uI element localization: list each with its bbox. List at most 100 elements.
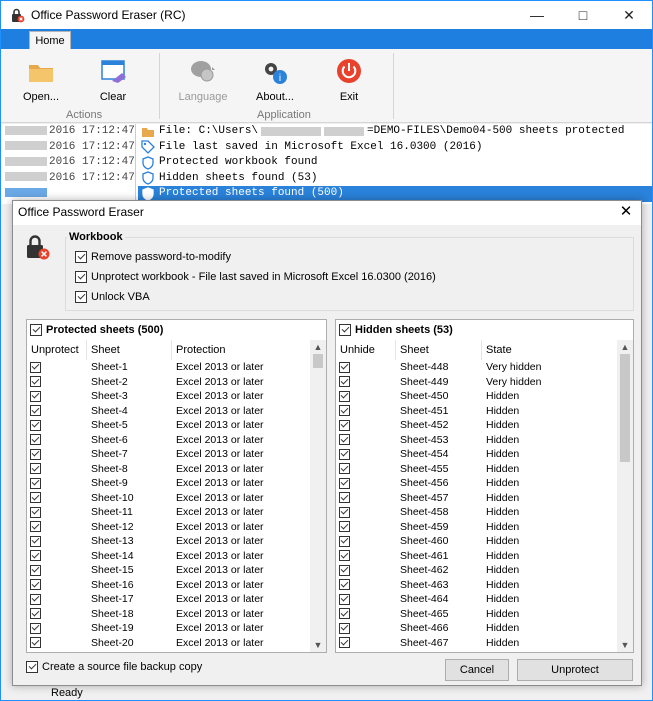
row-checkbox[interactable] (30, 405, 41, 417)
clear-button[interactable]: Clear (87, 57, 139, 105)
table-row[interactable]: Sheet-1 Excel 2013 or later (27, 360, 312, 375)
row-checkbox[interactable] (339, 608, 350, 620)
table-row[interactable]: Sheet-2 Excel 2013 or later (27, 375, 312, 390)
table-row[interactable]: Sheet-456 Hidden (336, 476, 619, 491)
row-checkbox[interactable] (339, 376, 350, 388)
table-row[interactable]: Sheet-466 Hidden (336, 621, 619, 636)
column-header[interactable]: Sheet (396, 340, 482, 360)
column-header[interactable]: State (482, 340, 619, 360)
table-row[interactable]: Sheet-459 Hidden (336, 520, 619, 535)
row-checkbox[interactable] (30, 521, 41, 533)
scroll-down-icon[interactable]: ▼ (617, 638, 633, 652)
tab-home[interactable]: Home (29, 31, 71, 49)
row-checkbox[interactable] (339, 637, 350, 649)
table-row[interactable]: Sheet-460 Hidden (336, 534, 619, 549)
minimize-button[interactable]: — (514, 1, 560, 29)
select-all-checkbox[interactable] (339, 324, 351, 336)
scroll-thumb[interactable] (620, 354, 630, 462)
row-checkbox[interactable] (339, 622, 350, 634)
row-checkbox[interactable] (339, 550, 350, 562)
table-row[interactable]: Sheet-451 Hidden (336, 404, 619, 419)
row-checkbox[interactable] (30, 376, 41, 388)
scroll-up-icon[interactable]: ▲ (310, 340, 326, 354)
table-row[interactable]: Sheet-462 Hidden (336, 563, 619, 578)
log-row[interactable]: Hidden sheets found (53) (138, 171, 652, 187)
checkbox[interactable] (75, 291, 87, 303)
column-header[interactable]: Protection (172, 340, 312, 360)
table-row[interactable]: Sheet-465 Hidden (336, 607, 619, 622)
row-checkbox[interactable] (339, 405, 350, 417)
checkbox[interactable] (75, 251, 87, 263)
table-row[interactable]: Sheet-5 Excel 2013 or later (27, 418, 312, 433)
remove-password-option[interactable]: Remove password-to-modify (75, 251, 231, 263)
table-row[interactable]: Sheet-449 Very hidden (336, 375, 619, 390)
row-checkbox[interactable] (339, 390, 350, 402)
row-checkbox[interactable] (30, 361, 41, 373)
exit-button[interactable]: Exit (323, 57, 375, 105)
table-row[interactable]: Sheet-10 Excel 2013 or later (27, 491, 312, 506)
hidden-scrollbar[interactable]: ▲ ▼ (617, 340, 633, 652)
row-checkbox[interactable] (30, 434, 41, 446)
row-checkbox[interactable] (30, 608, 41, 620)
table-row[interactable]: Sheet-14 Excel 2013 or later (27, 549, 312, 564)
log-row[interactable]: File last saved in Microsoft Excel 16.03… (138, 140, 652, 156)
row-checkbox[interactable] (30, 477, 41, 489)
table-row[interactable]: Sheet-448 Very hidden (336, 360, 619, 375)
table-row[interactable]: Sheet-15 Excel 2013 or later (27, 563, 312, 578)
backup-option[interactable]: Create a source file backup copy (26, 661, 202, 673)
row-checkbox[interactable] (339, 463, 350, 475)
table-row[interactable]: Sheet-8 Excel 2013 or later (27, 462, 312, 477)
row-checkbox[interactable] (339, 434, 350, 446)
table-row[interactable]: Sheet-6 Excel 2013 or later (27, 433, 312, 448)
row-checkbox[interactable] (339, 579, 350, 591)
row-checkbox[interactable] (30, 506, 41, 518)
row-checkbox[interactable] (339, 535, 350, 547)
maximize-button[interactable]: □ (560, 1, 606, 29)
row-checkbox[interactable] (30, 463, 41, 475)
unprotect-workbook-option[interactable]: Unprotect workbook - File last saved in … (75, 271, 436, 283)
table-row[interactable]: Sheet-467 Hidden (336, 636, 619, 651)
row-checkbox[interactable] (339, 477, 350, 489)
unlock-vba-option[interactable]: Unlock VBA (75, 291, 150, 303)
table-row[interactable]: Sheet-16 Excel 2013 or later (27, 578, 312, 593)
checkbox[interactable] (26, 661, 38, 673)
row-checkbox[interactable] (339, 506, 350, 518)
log-row[interactable]: Protected workbook found (138, 155, 652, 171)
row-checkbox[interactable] (339, 419, 350, 431)
hidden-sheets-header[interactable]: Hidden sheets (53) (336, 320, 633, 340)
row-checkbox[interactable] (30, 492, 41, 504)
table-row[interactable]: Sheet-20 Excel 2013 or later (27, 636, 312, 651)
row-checkbox[interactable] (30, 637, 41, 649)
table-row[interactable]: Sheet-13 Excel 2013 or later (27, 534, 312, 549)
about-button[interactable]: i About... (249, 57, 301, 105)
row-checkbox[interactable] (30, 564, 41, 576)
table-row[interactable]: Sheet-455 Hidden (336, 462, 619, 477)
table-row[interactable]: Sheet-18 Excel 2013 or later (27, 607, 312, 622)
row-checkbox[interactable] (30, 550, 41, 562)
table-row[interactable]: Sheet-454 Hidden (336, 447, 619, 462)
table-row[interactable]: Sheet-4 Excel 2013 or later (27, 404, 312, 419)
protected-sheets-header[interactable]: Protected sheets (500) (27, 320, 326, 340)
row-checkbox[interactable] (30, 448, 41, 460)
dialog-close-button[interactable]: ✕ (617, 203, 635, 221)
open-button[interactable]: Open... (15, 57, 67, 105)
row-checkbox[interactable] (30, 579, 41, 591)
log-row[interactable]: File: C:\Users\ =DEMO-FILES\Demo04-500 sh… (138, 124, 652, 140)
close-button[interactable]: ✕ (606, 1, 652, 29)
protected-scrollbar[interactable]: ▲ ▼ (310, 340, 326, 652)
table-row[interactable]: Sheet-17 Excel 2013 or later (27, 592, 312, 607)
row-checkbox[interactable] (339, 361, 350, 373)
row-checkbox[interactable] (339, 492, 350, 504)
language-button[interactable]: Language (177, 57, 229, 105)
cancel-button[interactable]: Cancel (445, 659, 509, 681)
table-row[interactable]: Sheet-3 Excel 2013 or later (27, 389, 312, 404)
column-header[interactable]: Unprotect (27, 340, 87, 360)
column-header[interactable]: Unhide (336, 340, 396, 360)
row-checkbox[interactable] (339, 521, 350, 533)
table-row[interactable]: Sheet-461 Hidden (336, 549, 619, 564)
table-row[interactable]: Sheet-457 Hidden (336, 491, 619, 506)
scroll-down-icon[interactable]: ▼ (310, 638, 326, 652)
checkbox[interactable] (75, 271, 87, 283)
row-checkbox[interactable] (30, 593, 41, 605)
table-row[interactable]: Sheet-452 Hidden (336, 418, 619, 433)
